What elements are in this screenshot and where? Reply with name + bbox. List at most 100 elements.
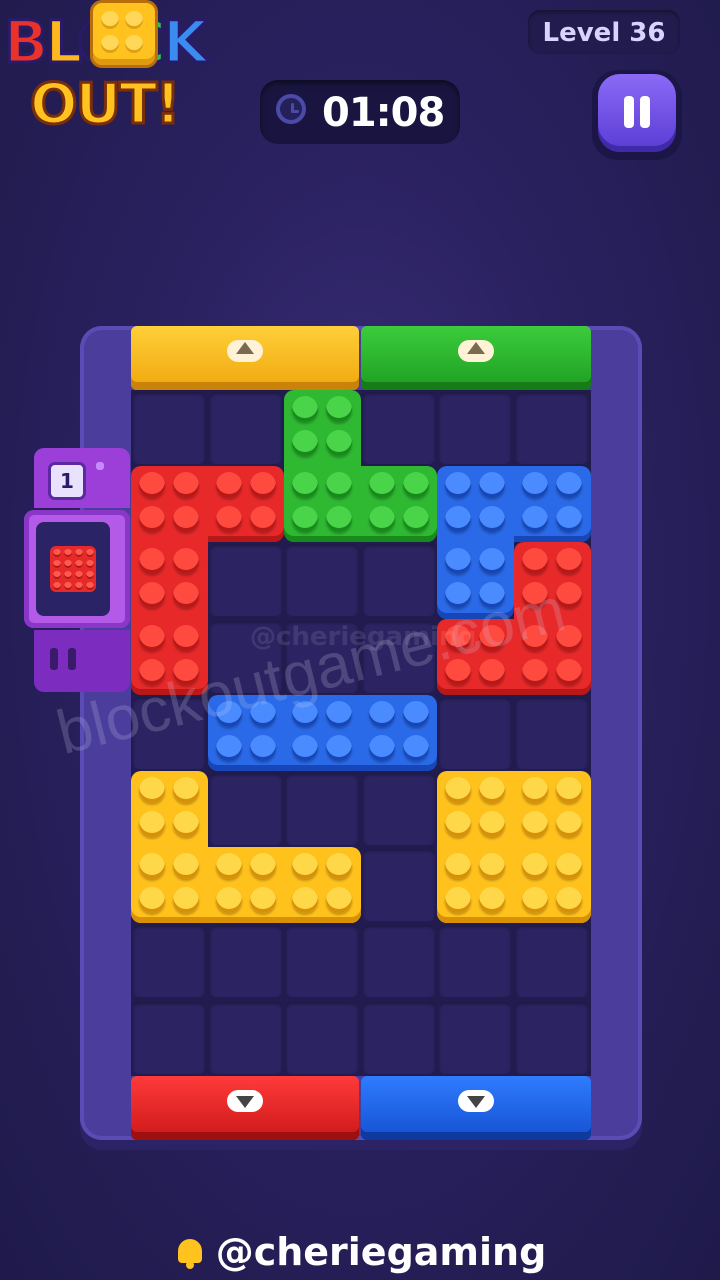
stud <box>445 472 472 499</box>
stud <box>292 430 319 456</box>
yellow-block-cell[interactable] <box>437 771 514 848</box>
stud <box>249 472 276 499</box>
exit-gate-green-top <box>361 326 591 390</box>
footer: @cheriegaming <box>0 1230 720 1274</box>
blue-block-cell[interactable] <box>514 466 591 543</box>
stud <box>522 658 548 685</box>
red-block-cell[interactable] <box>131 542 208 619</box>
stud <box>173 887 199 914</box>
stud <box>522 811 548 837</box>
stud <box>326 430 353 456</box>
stud <box>479 887 506 914</box>
green-block-cell[interactable] <box>360 466 438 543</box>
stud <box>173 506 199 533</box>
grid-cell <box>209 925 282 998</box>
stud <box>445 853 472 880</box>
grid-cell <box>286 773 359 845</box>
red-block-cell[interactable] <box>207 466 285 543</box>
stud <box>556 658 582 685</box>
yellow-block-cell[interactable] <box>131 771 208 848</box>
stud <box>479 853 506 880</box>
grid-cell <box>209 1001 282 1074</box>
red-block-cell[interactable] <box>131 466 208 543</box>
stud <box>556 548 582 575</box>
stud <box>64 582 72 590</box>
stud <box>292 887 319 914</box>
stud <box>326 700 353 727</box>
stud <box>479 506 506 533</box>
exit-gate-yellow-top <box>131 326 359 390</box>
grid-cell <box>439 696 512 769</box>
grid-cell <box>516 696 588 769</box>
stud <box>215 472 242 499</box>
blue-block-cell[interactable] <box>437 466 514 543</box>
stud <box>64 560 72 568</box>
stud <box>479 811 506 837</box>
grid-cell <box>439 925 512 998</box>
grid-cell <box>362 392 435 464</box>
stud <box>292 396 319 422</box>
stud <box>139 811 165 837</box>
grid-cell <box>209 392 282 464</box>
yellow-block-cell[interactable] <box>514 771 591 848</box>
exit-gate-blue-bottom <box>361 1076 591 1140</box>
stud <box>64 571 72 579</box>
stud <box>368 734 395 761</box>
stud <box>173 472 199 499</box>
stud <box>402 472 429 499</box>
stud <box>139 887 165 914</box>
stud <box>86 560 94 568</box>
stud <box>53 560 61 568</box>
stud <box>173 582 199 609</box>
stud <box>139 853 165 880</box>
grid-cell <box>133 1001 205 1074</box>
stud <box>139 506 165 533</box>
stud <box>75 560 83 568</box>
green-block-cell[interactable] <box>284 466 361 543</box>
stud <box>249 887 276 914</box>
arrow-up-icon <box>227 340 263 362</box>
stud <box>139 582 165 609</box>
stud <box>75 549 83 557</box>
stud <box>173 548 199 575</box>
block-dispenser: 1 <box>24 448 130 692</box>
stud <box>326 396 353 422</box>
pause-button[interactable] <box>592 70 682 160</box>
exit-gate-red-bottom <box>131 1076 359 1140</box>
timer-value: 01:08 <box>322 90 445 136</box>
stud <box>173 777 199 803</box>
stud <box>368 700 395 727</box>
stud <box>64 549 72 557</box>
yellow-block-cell[interactable] <box>437 847 514 924</box>
green-block-cell[interactable] <box>284 390 361 467</box>
stud <box>402 506 429 533</box>
logo-letter: B <box>2 7 49 78</box>
stud <box>522 853 548 880</box>
level-badge: Level 36 <box>528 10 680 54</box>
grid-cell <box>516 1001 588 1074</box>
yellow-block-cell[interactable] <box>284 847 361 924</box>
stud <box>368 506 395 533</box>
stud <box>292 472 319 499</box>
blue-block-cell[interactable] <box>360 694 438 771</box>
yellow-block-cell[interactable] <box>207 847 285 924</box>
game-logo: BLOCK OUT! <box>0 0 262 160</box>
pause-icon <box>598 74 676 152</box>
stud <box>215 506 242 533</box>
stud <box>249 853 276 880</box>
yellow-block-cell[interactable] <box>514 847 591 924</box>
stud <box>479 472 506 499</box>
yellow-block-cell[interactable] <box>131 847 208 924</box>
stud <box>556 811 582 837</box>
stud <box>75 582 83 590</box>
stud <box>292 853 319 880</box>
logo-letter: K <box>162 7 210 78</box>
arrow-up-icon <box>458 340 494 362</box>
stud <box>86 549 94 557</box>
stud <box>522 887 548 914</box>
stud <box>215 887 242 914</box>
stud <box>139 777 165 803</box>
bell-icon <box>174 1235 206 1269</box>
grid-cell <box>286 1001 359 1074</box>
grid-cell <box>209 544 282 617</box>
